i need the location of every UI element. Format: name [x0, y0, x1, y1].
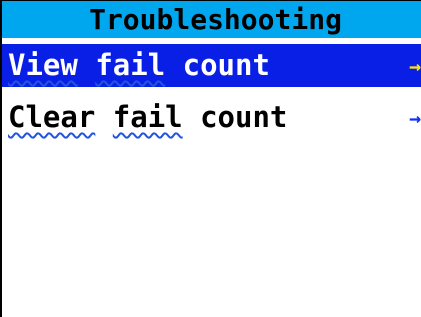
menu-item-label: View fail count: [8, 44, 270, 87]
device-screen: Troubleshooting View fail count → Clear …: [0, 0, 421, 317]
menu-item-word: count: [200, 100, 288, 134]
right-arrow-icon: →: [409, 105, 421, 130]
menu-item-view-fail-count[interactable]: View fail count →: [2, 44, 421, 87]
menu-item-word: View: [8, 48, 78, 82]
right-arrow-icon: →: [409, 53, 421, 78]
menu-item-word: fail: [112, 100, 183, 134]
menu-item-clear-fail-count[interactable]: Clear fail count →: [2, 96, 421, 139]
menu-item-word: fail: [95, 48, 166, 82]
page-title: Troubleshooting: [2, 1, 421, 38]
menu-item-word: count: [182, 48, 270, 82]
menu-item-label: Clear fail count: [8, 96, 287, 139]
menu-item-word: Clear: [8, 100, 96, 134]
